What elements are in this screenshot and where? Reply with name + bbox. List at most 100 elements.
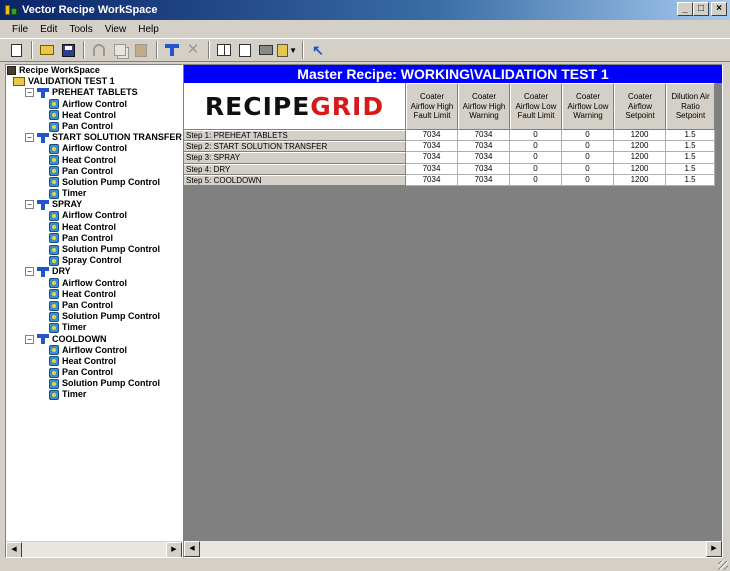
save-button[interactable]: [58, 40, 78, 60]
grid-cell[interactable]: 1200: [614, 174, 666, 186]
tree-control[interactable]: Pan Control: [6, 233, 182, 244]
column-header[interactable]: Coater Airflow High Warning: [458, 83, 510, 130]
collapse-icon[interactable]: −: [25, 88, 34, 98]
open-button[interactable]: [37, 40, 57, 60]
grid-cell[interactable]: 7034: [406, 141, 458, 153]
row-header[interactable]: Step 4: DRY: [184, 163, 406, 175]
title-bar[interactable]: Vector Recipe WorkSpace _ □ ×: [0, 0, 730, 20]
tree-control[interactable]: Solution Pump Control: [6, 378, 182, 389]
grid-cell[interactable]: 0: [510, 152, 562, 164]
tree-control[interactable]: Solution Pump Control: [6, 244, 182, 255]
tree-step[interactable]: − COOLDOWN: [6, 334, 182, 345]
new-button[interactable]: [6, 40, 26, 60]
tree-control[interactable]: Heat Control: [6, 110, 182, 121]
tree-control[interactable]: Solution Pump Control: [6, 177, 182, 188]
maximize-button[interactable]: □: [693, 2, 709, 16]
grid-cell[interactable]: 0: [510, 141, 562, 153]
copy-button[interactable]: [110, 40, 130, 60]
tree-root[interactable]: Recipe WorkSpace: [6, 65, 182, 76]
menu-help[interactable]: Help: [132, 24, 165, 35]
tree-step[interactable]: − SPRAY: [6, 199, 182, 210]
add-step-button[interactable]: [162, 40, 182, 60]
scroll-track[interactable]: [200, 541, 706, 557]
tree-control[interactable]: Airflow Control: [6, 278, 182, 289]
collapse-icon[interactable]: −: [25, 334, 34, 344]
cut-button[interactable]: [89, 40, 109, 60]
grid-cell[interactable]: 1.5: [666, 163, 715, 175]
tree-step[interactable]: − DRY: [6, 266, 182, 277]
columns-button[interactable]: [214, 40, 234, 60]
tree-control[interactable]: Timer: [6, 389, 182, 401]
grid-cell[interactable]: 1200: [614, 152, 666, 164]
tree-control[interactable]: Solution Pump Control: [6, 311, 182, 322]
grid-cell[interactable]: 7034: [458, 141, 510, 153]
paste-button[interactable]: [131, 40, 151, 60]
tree-control[interactable]: Airflow Control: [6, 345, 182, 356]
tree-control[interactable]: Timer: [6, 188, 182, 199]
tree-step[interactable]: − PREHEAT TABLETS: [6, 87, 182, 98]
tree-horizontal-scrollbar[interactable]: ◀ ▶: [6, 541, 182, 557]
grid-cell[interactable]: 0: [510, 130, 562, 142]
grid-cell[interactable]: 7034: [406, 163, 458, 175]
help-pointer-button[interactable]: ↖: [308, 40, 328, 60]
menu-file[interactable]: File: [6, 24, 34, 35]
row-header[interactable]: Step 1: PREHEAT TABLETS: [184, 130, 406, 142]
menu-view[interactable]: View: [99, 24, 133, 35]
tree-recipe[interactable]: VALIDATION TEST 1: [6, 76, 182, 87]
grid-cell[interactable]: 7034: [406, 174, 458, 186]
grid-cell[interactable]: 7034: [458, 130, 510, 142]
tree-control[interactable]: Timer: [6, 322, 182, 333]
tree-control[interactable]: Heat Control: [6, 289, 182, 300]
grid-cell[interactable]: 0: [510, 174, 562, 186]
column-header[interactable]: Coater Airflow Low Warning: [562, 83, 614, 130]
grid-cell[interactable]: 7034: [406, 130, 458, 142]
menu-edit[interactable]: Edit: [34, 24, 63, 35]
grid-cell[interactable]: 1.5: [666, 130, 715, 142]
tree-control[interactable]: Pan Control: [6, 166, 182, 177]
tree-control[interactable]: Airflow Control: [6, 99, 182, 110]
grid-cell[interactable]: 1200: [614, 163, 666, 175]
grid-horizontal-scrollbar[interactable]: ◀ ▶: [184, 541, 722, 557]
collapse-icon[interactable]: −: [25, 133, 34, 143]
column-header[interactable]: Coater Airflow Low Fault Limit: [510, 83, 562, 130]
tree-control[interactable]: Airflow Control: [6, 143, 182, 154]
grid-cell[interactable]: 1.5: [666, 152, 715, 164]
print-preview-button[interactable]: [235, 40, 255, 60]
grid-cell[interactable]: 1200: [614, 130, 666, 142]
row-header[interactable]: Step 2: START SOLUTION TRANSFER: [184, 141, 406, 153]
grid-cell[interactable]: 7034: [406, 152, 458, 164]
grid-cell[interactable]: 1200: [614, 141, 666, 153]
resize-grip-icon[interactable]: [718, 561, 728, 570]
scroll-track[interactable]: [22, 542, 166, 557]
menu-tools[interactable]: Tools: [63, 24, 98, 35]
column-header[interactable]: Dilution Air Ratio Setpoint: [666, 83, 715, 130]
scroll-left-button[interactable]: ◀: [6, 542, 22, 557]
grid-cell[interactable]: 0: [562, 141, 614, 153]
grid-cell[interactable]: 1.5: [666, 174, 715, 186]
grid-cell[interactable]: 7034: [458, 152, 510, 164]
grid-cell[interactable]: 7034: [458, 163, 510, 175]
column-header[interactable]: Coater Airflow Setpoint: [614, 83, 666, 130]
tree-control[interactable]: Heat Control: [6, 155, 182, 166]
scroll-left-button[interactable]: ◀: [184, 541, 200, 557]
report-button[interactable]: ▼: [277, 40, 297, 60]
tree-step[interactable]: − START SOLUTION TRANSFER: [6, 132, 182, 143]
grid-cell[interactable]: 0: [562, 152, 614, 164]
tree-control[interactable]: Pan Control: [6, 367, 182, 378]
row-header[interactable]: Step 5: COOLDOWN: [184, 174, 406, 186]
grid-cell[interactable]: 0: [562, 163, 614, 175]
minimize-button[interactable]: _: [677, 2, 693, 16]
row-header[interactable]: Step 3: SPRAY: [184, 152, 406, 164]
grid-cell[interactable]: 1.5: [666, 141, 715, 153]
scroll-right-button[interactable]: ▶: [166, 542, 182, 557]
tree-control[interactable]: Heat Control: [6, 222, 182, 233]
tree-control[interactable]: Airflow Control: [6, 210, 182, 222]
grid-cell[interactable]: 0: [562, 130, 614, 142]
close-button[interactable]: ×: [711, 2, 727, 16]
grid-cell[interactable]: 0: [562, 174, 614, 186]
grid-cell[interactable]: 0: [510, 163, 562, 175]
grid-cell[interactable]: 7034: [458, 174, 510, 186]
delete-button[interactable]: ✕: [183, 40, 203, 60]
tree-control[interactable]: Spray Control: [6, 255, 182, 266]
column-header[interactable]: Coater Airflow High Fault Limit: [406, 83, 458, 130]
